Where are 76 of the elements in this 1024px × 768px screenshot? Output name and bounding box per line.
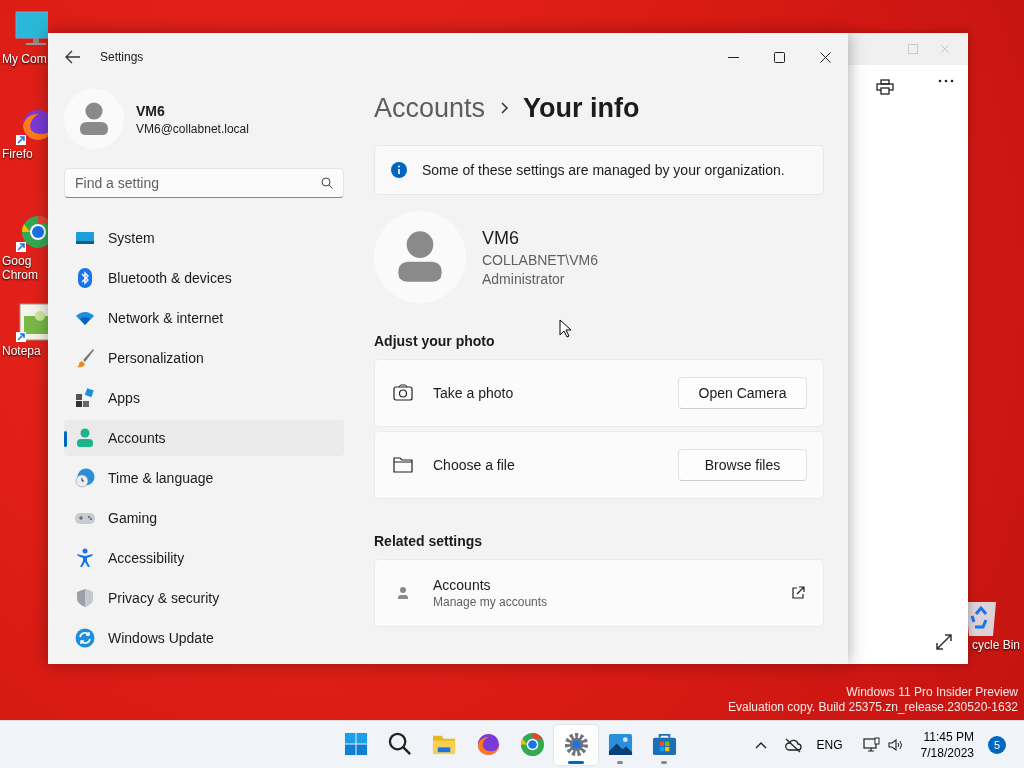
nav-item[interactable]: Network & internet [64, 300, 344, 336]
desktop-icon-label[interactable]: Notepa [2, 344, 41, 358]
store-bag-icon [651, 732, 677, 757]
accounts-icon [75, 428, 95, 448]
user-email: VM6@collabnet.local [136, 121, 249, 136]
window-title: Settings [100, 50, 144, 64]
card-action-button[interactable]: Browse files [678, 449, 807, 481]
nav-item[interactable]: Gaming [64, 500, 344, 536]
nav-item[interactable]: Time & language [64, 460, 344, 496]
back-icon[interactable] [65, 50, 81, 64]
camera-icon [393, 383, 413, 403]
network-icon[interactable] [862, 736, 881, 753]
profile-role: Administrator [482, 270, 566, 287]
windows-logo-icon [343, 732, 369, 757]
chevron-icon [499, 102, 510, 114]
profile-domain: COLLABNET\VM6 [482, 251, 598, 268]
taskbar-settings-button[interactable] [554, 724, 598, 765]
maximize-icon [773, 51, 785, 63]
firefox-icon [475, 732, 501, 757]
watermark-text: Windows 11 Pro Insider Preview [846, 685, 1018, 700]
desktop-icon-label[interactable]: Goog [2, 254, 32, 268]
search-icon [387, 732, 413, 757]
profile-name: VM6 [482, 227, 520, 249]
card-subtitle: Manage my accounts [433, 595, 548, 609]
time-icon [75, 468, 95, 488]
desktop-icon-label[interactable]: My Com [2, 52, 47, 66]
watermark-text: Evaluation copy. Build 25375.zn_release.230520-1632 [728, 700, 1018, 715]
card-action-button[interactable]: Open Camera [678, 377, 807, 409]
page-title: Your info [523, 92, 640, 124]
gear-icon [563, 732, 589, 757]
photo-icon [607, 732, 633, 757]
info-icon [391, 162, 407, 178]
card-title: Take a photo [433, 385, 514, 401]
nav-item[interactable]: Personalization [64, 340, 344, 376]
expand-icon[interactable] [934, 632, 954, 652]
search-field[interactable]: Find a setting [64, 168, 344, 198]
nav-item[interactable]: Windows Update [64, 620, 344, 656]
notification-badge[interactable]: 5 [988, 735, 1006, 754]
cloud-off-icon[interactable] [783, 736, 802, 753]
nav-item[interactable]: Accessibility [64, 540, 344, 576]
desktop-icon-label[interactable]: Chrom [2, 268, 38, 282]
nav-item[interactable]: Privacy & security [64, 580, 344, 616]
settings-card[interactable]: Accounts Manage my accounts [374, 559, 824, 627]
close-icon [819, 51, 831, 63]
clock-time: 11:45 PM [923, 728, 974, 745]
notepad-icon[interactable] [14, 302, 48, 344]
apps-icon [75, 388, 95, 408]
section-heading: Adjust your photo [374, 333, 496, 349]
clock[interactable]: 11:45 PM 7/18/2023 [920, 728, 974, 761]
info-text: Some of these settings are managed by your organization. [422, 162, 785, 178]
more-icon[interactable] [938, 79, 954, 83]
external-link-icon[interactable] [791, 586, 805, 600]
print-icon[interactable] [876, 79, 894, 95]
card-title: Choose a file [433, 457, 515, 473]
language-indicator[interactable]: ENG [816, 737, 843, 752]
section-heading: Related settings [374, 533, 484, 549]
card-title: Accounts [433, 577, 492, 593]
bluetooth-icon [75, 268, 95, 288]
search-icon[interactable] [321, 177, 333, 189]
breadcrumb-link[interactable]: Accounts [374, 92, 486, 124]
cursor-icon [559, 319, 572, 339]
nav-item[interactable]: System [64, 220, 344, 256]
update-icon [75, 628, 95, 648]
folder-icon [393, 455, 413, 475]
clock-date: 7/18/2023 [920, 744, 974, 761]
nav-item[interactable]: Apps [64, 380, 344, 416]
chrome-icon [519, 732, 545, 757]
accessibility-icon [75, 548, 95, 568]
brush-icon [75, 348, 95, 368]
desktop-icon-label[interactable]: cycle Bin [972, 638, 1021, 652]
user-name: VM6 [136, 102, 166, 119]
nav-item[interactable]: Accounts [64, 420, 344, 456]
volume-icon[interactable] [886, 736, 905, 753]
shield-icon [75, 588, 95, 608]
nav-item[interactable]: Bluetooth & devices [64, 260, 344, 296]
desktop-icon-label[interactable]: Firefo [2, 147, 33, 161]
